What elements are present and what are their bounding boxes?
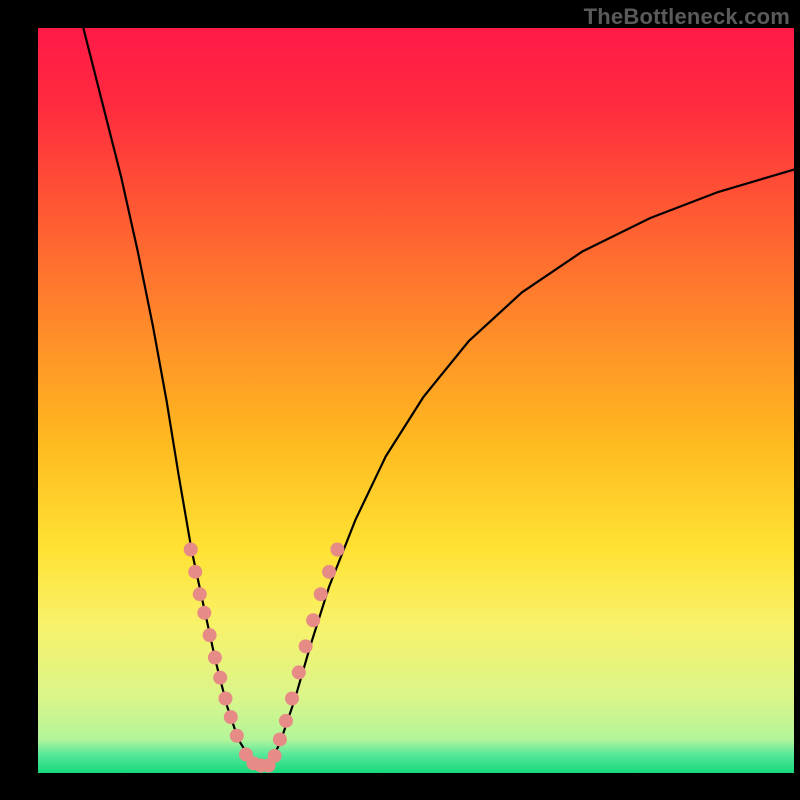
data-point — [188, 565, 202, 579]
data-point — [279, 714, 293, 728]
watermark-text: TheBottleneck.com — [584, 4, 790, 30]
data-point — [184, 543, 198, 557]
data-point — [306, 613, 320, 627]
data-point — [193, 587, 207, 601]
data-point — [213, 671, 227, 685]
data-point — [322, 565, 336, 579]
data-point — [273, 732, 287, 746]
data-point — [285, 692, 299, 706]
chart-container: TheBottleneck.com — [0, 0, 800, 800]
bottleneck-chart — [38, 28, 794, 773]
data-point — [330, 543, 344, 557]
data-point — [230, 729, 244, 743]
data-point — [299, 639, 313, 653]
plot-area — [38, 28, 794, 773]
data-point — [218, 692, 232, 706]
data-point — [197, 606, 211, 620]
gradient-background — [38, 28, 794, 773]
data-point — [292, 665, 306, 679]
data-point — [208, 651, 222, 665]
data-point — [314, 587, 328, 601]
data-point — [268, 749, 282, 763]
data-point — [224, 710, 238, 724]
data-point — [203, 628, 217, 642]
